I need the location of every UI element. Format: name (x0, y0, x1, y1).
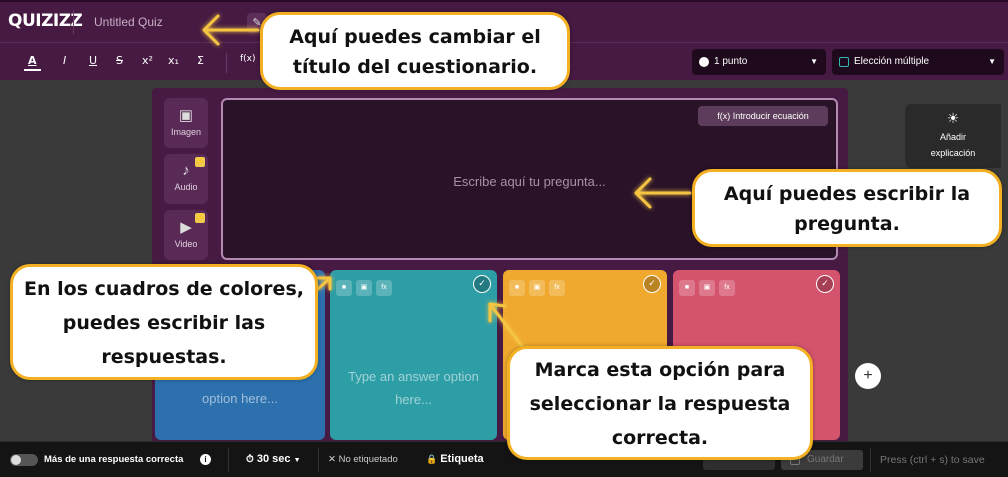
add-answer-button[interactable]: + (855, 363, 881, 389)
chevron-down-icon: ▼ (988, 57, 996, 66)
callout-title: Aquí puedes cambiar el título del cuesti… (260, 12, 570, 90)
info-icon[interactable]: i (200, 454, 211, 465)
save-label: Guardar (807, 454, 844, 465)
correct-answer-toggle[interactable]: ✓ (643, 275, 661, 293)
callout-answers: En los cuadros de colores, puedes escrib… (10, 264, 318, 380)
text-color-button[interactable]: A (24, 54, 40, 71)
underline-button[interactable]: U (89, 54, 97, 67)
answer-option-2[interactable]: ■ ▣ fx ✓ Type an answer option here... (330, 270, 497, 440)
question-type-dropdown[interactable]: Elección múltiple ▼ (832, 49, 1004, 75)
close-icon[interactable]: ✕ (328, 454, 336, 465)
timer-dropdown[interactable]: ⏱ 30 sec ▼ (246, 453, 301, 465)
quizizz-logo[interactable]: QUIZIZZ (8, 11, 83, 31)
add-explanation-button[interactable]: ☀ Añadir explicación (905, 104, 1001, 168)
multi-correct-toggle[interactable] (10, 454, 38, 466)
trash-icon[interactable]: ■ (336, 280, 352, 296)
trash-icon[interactable]: ■ (509, 280, 525, 296)
answer-placeholder: Type an answer option here... (348, 369, 479, 407)
image-icon[interactable]: ▣ (699, 280, 715, 296)
media-label: Audio (174, 182, 198, 192)
lightning-icon: ⚡ (195, 213, 205, 223)
formula-icon[interactable]: fx (376, 280, 392, 296)
answer-tools: ■ ▣ fx (509, 276, 569, 296)
untagged-status: ✕ No etiquetado (328, 454, 398, 465)
italic-button[interactable]: I (63, 54, 66, 67)
correct-answer-toggle[interactable]: ✓ (816, 275, 834, 293)
add-audio-button[interactable]: ⚡ ♪ Audio (164, 154, 208, 204)
save-hint: Press (ctrl + s) to save (880, 454, 985, 466)
lightbulb-icon: ☀ (946, 110, 960, 126)
answer-tools: ■ ▣ fx (336, 276, 396, 296)
chevron-down-icon: ▼ (810, 57, 818, 66)
checkbox-icon (839, 57, 849, 67)
multi-correct-label: Más de una respuesta correcta (44, 454, 184, 465)
image-icon[interactable]: ▣ (356, 280, 372, 296)
equation-toolbar-button[interactable]: f(x) (240, 54, 256, 64)
quiz-title-field[interactable]: Untitled Quiz (94, 15, 163, 29)
image-icon: ▣ (178, 107, 194, 124)
chevron-down-icon: ▼ (293, 457, 301, 464)
header-divider (73, 10, 74, 34)
image-icon[interactable]: ▣ (529, 280, 545, 296)
callout-question: Aquí puedes escribir la pregunta. (692, 169, 1002, 247)
callout-correct: Marca esta opción para seleccionar la re… (507, 346, 813, 460)
lightning-icon: ⚡ (195, 157, 205, 167)
tag-button[interactable]: 🔒 Etiqueta (426, 453, 484, 465)
bottom-bar: Más de una respuesta correcta i ⏱ 30 sec… (0, 441, 1008, 477)
add-video-button[interactable]: ⚡ ▶ Video (164, 210, 208, 260)
add-image-button[interactable]: ▣ Imagen (164, 98, 208, 148)
insert-equation-button[interactable]: f(x) Introducir ecuación (698, 106, 828, 126)
bottom-divider (870, 448, 871, 472)
toolbar-divider (226, 53, 227, 73)
check-circle-icon (699, 57, 709, 67)
formula-icon[interactable]: fx (719, 280, 735, 296)
timer-value: 30 sec (256, 453, 291, 465)
bottom-divider (228, 448, 229, 472)
points-dropdown[interactable]: 1 punto ▼ (692, 49, 826, 75)
question-type-value: Elección múltiple (854, 56, 930, 67)
points-value: 1 punto (714, 56, 748, 67)
untagged-label: No etiquetado (338, 454, 398, 465)
media-label: Video (174, 239, 198, 249)
strikethrough-button[interactable]: S (116, 54, 123, 67)
lock-icon: 🔒 (426, 454, 438, 464)
add-explanation-label: Añadir explicación (930, 132, 976, 158)
subscript-button[interactable]: x₁ (168, 54, 179, 67)
media-label: Imagen (170, 127, 202, 137)
superscript-button[interactable]: x² (142, 54, 153, 67)
tag-label: Etiqueta (440, 453, 484, 465)
formula-icon[interactable]: fx (549, 280, 565, 296)
symbols-button[interactable]: Σ (197, 54, 204, 67)
bottom-divider (318, 448, 319, 472)
stopwatch-icon: ⏱ (246, 454, 254, 465)
correct-answer-toggle[interactable]: ✓ (473, 275, 491, 293)
answer-tools: ■ ▣ fx (679, 276, 739, 296)
answer-placeholder: option here... (202, 391, 278, 406)
trash-icon[interactable]: ■ (679, 280, 695, 296)
